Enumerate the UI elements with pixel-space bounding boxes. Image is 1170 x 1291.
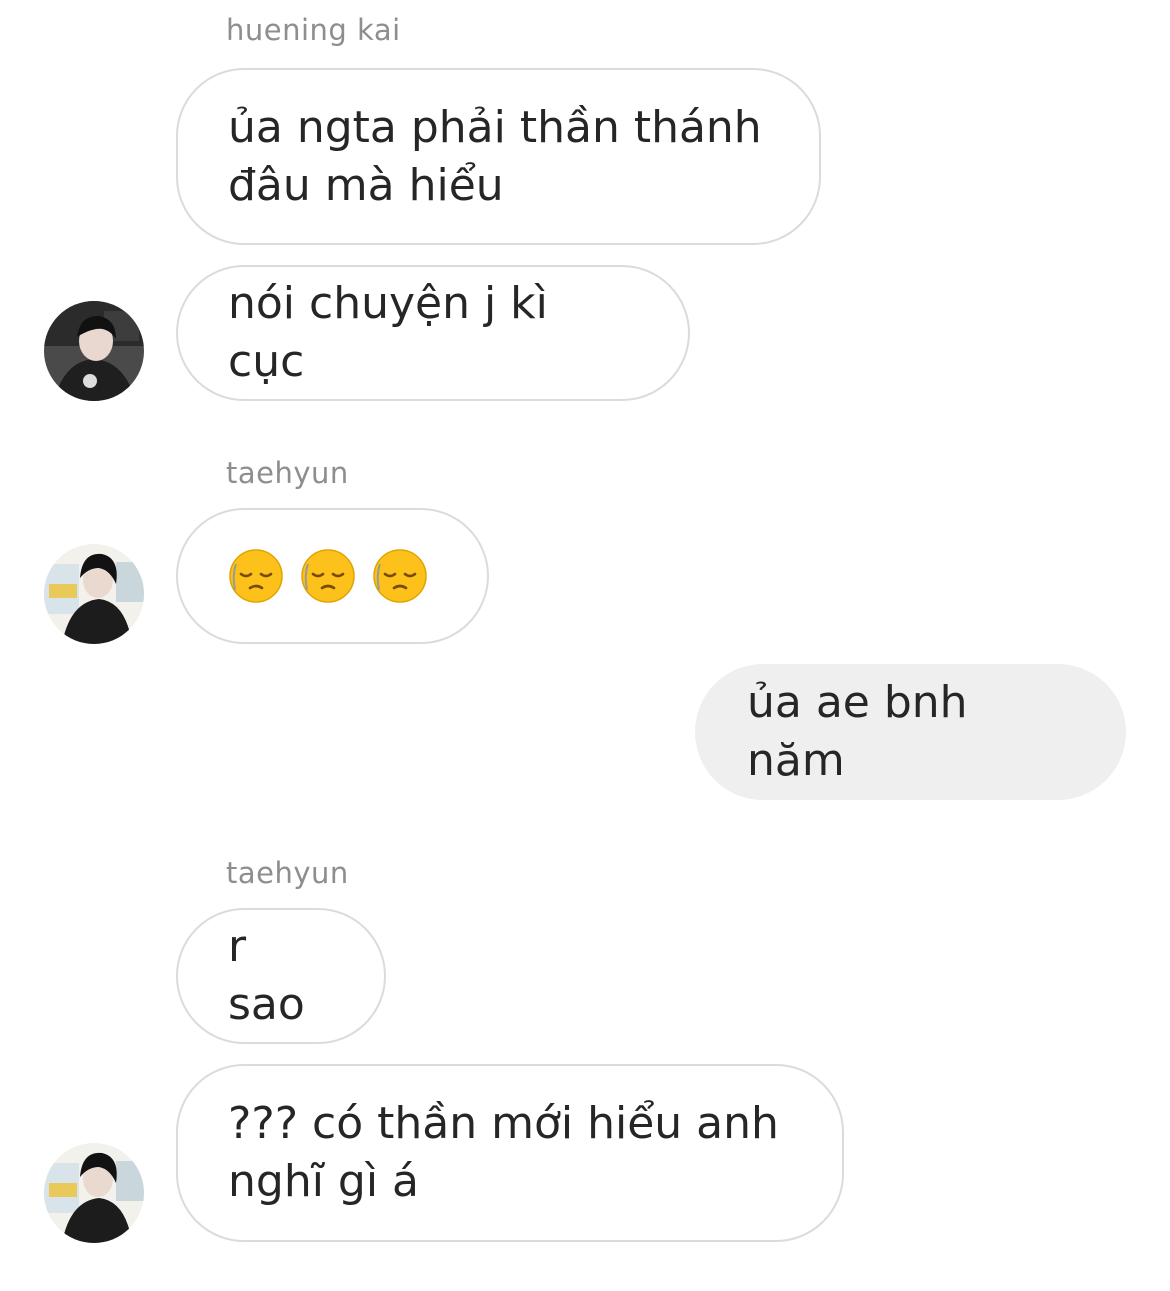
- pensive-face-icon: [373, 549, 427, 603]
- sender-name: taehyun: [226, 456, 349, 490]
- message-bubble-outgoing[interactable]: ủa ae bnh năm: [695, 664, 1126, 800]
- emoji-row: [228, 548, 428, 604]
- message-bubble-incoming[interactable]: ủa ngta phải thần thánh đâu mà hiểu: [176, 68, 821, 245]
- avatar-photo: [44, 1143, 144, 1243]
- avatar-taehyun[interactable]: [44, 1143, 144, 1243]
- avatar-photo: [44, 544, 144, 644]
- message-bubble-incoming[interactable]: ??? có thần mới hiểu anh nghĩ gì á: [176, 1064, 844, 1242]
- sender-name: taehyun: [226, 856, 349, 890]
- pensive-face-icon: [301, 549, 355, 603]
- message-bubble-incoming[interactable]: nói chuyện j kì cục: [176, 265, 690, 401]
- avatar-huening-kai[interactable]: [44, 301, 144, 401]
- message-bubble-incoming[interactable]: r sao: [176, 908, 386, 1044]
- message-bubble-incoming[interactable]: [176, 508, 489, 644]
- avatar-taehyun[interactable]: [44, 544, 144, 644]
- avatar-photo: [44, 301, 144, 401]
- pensive-face-icon: [229, 549, 283, 603]
- sender-name: huening kai: [226, 13, 401, 47]
